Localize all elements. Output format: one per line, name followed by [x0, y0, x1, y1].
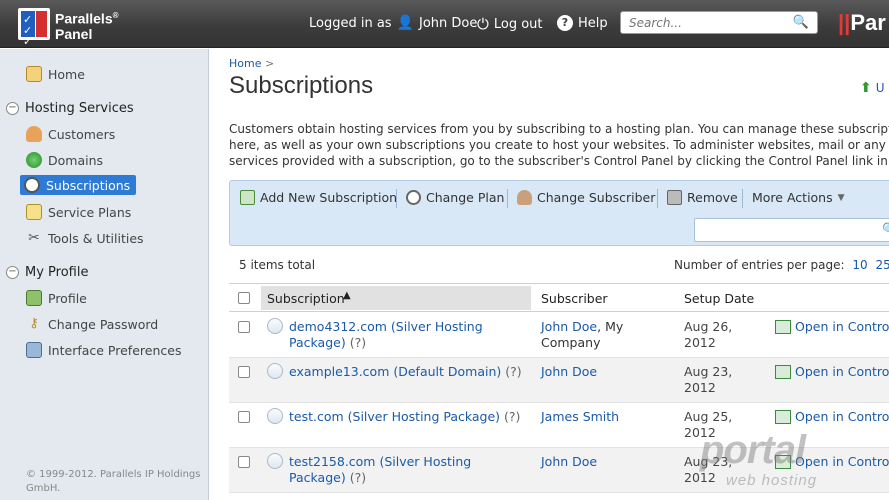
add-subscription-button[interactable]: Add New Subscription: [240, 190, 397, 205]
help-hint-icon[interactable]: (?): [350, 335, 366, 350]
per-page-10-link[interactable]: 10: [852, 258, 867, 272]
sidebar-section-hosting[interactable]: − Hosting Services: [6, 101, 134, 116]
subscriber-link[interactable]: John Doe: [541, 319, 597, 334]
column-header-subscriber[interactable]: Subscriber: [541, 291, 608, 306]
trash-icon: [667, 190, 682, 205]
global-search: 🔍: [620, 11, 818, 34]
global-search-input[interactable]: [621, 12, 791, 33]
row-checkbox[interactable]: [238, 321, 250, 333]
more-actions-dropdown[interactable]: More Actions ▼: [752, 190, 845, 205]
subscription-link[interactable]: example13.com (Default Domain): [289, 364, 501, 379]
subscriber-link[interactable]: John Doe: [541, 364, 597, 379]
select-all-checkbox[interactable]: [238, 292, 250, 304]
subscription-link[interactable]: test.com (Silver Hosting Package): [289, 409, 500, 424]
help-hint-icon[interactable]: (?): [350, 470, 366, 485]
open-control-panel-icon: [775, 365, 791, 379]
open-control-panel-link[interactable]: Open in Control: [795, 454, 889, 470]
breadcrumb: Home >: [229, 57, 275, 70]
up-arrow-icon: ⬆: [860, 80, 872, 96]
row-checkbox[interactable]: [238, 456, 250, 468]
collapse-icon: −: [6, 266, 19, 279]
sidebar-item-interface-preferences[interactable]: Interface Preferences: [26, 342, 181, 358]
up-level-link[interactable]: ⬆ U: [860, 80, 885, 96]
list-toolbar: Add New Subscription Change Plan Change …: [229, 180, 889, 246]
subscriber-link[interactable]: John Doe: [541, 454, 597, 469]
open-control-panel-link[interactable]: Open in Control: [795, 364, 889, 380]
home-icon: [26, 66, 42, 82]
help-icon: ?: [557, 15, 573, 31]
sidebar-item-tools[interactable]: ✂ Tools & Utilities: [26, 230, 143, 246]
column-header-setup-date[interactable]: Setup Date: [684, 291, 754, 306]
items-total: 5 items total: [239, 258, 316, 272]
subscription-status-icon: [267, 318, 283, 334]
search-icon[interactable]: 🔍: [793, 15, 809, 30]
subscriber-icon: [517, 190, 532, 205]
preferences-icon: [26, 342, 42, 358]
sidebar-item-subscriptions[interactable]: Subscriptions: [20, 175, 137, 195]
globe-icon: [26, 152, 42, 168]
entries-per-page: Number of entries per page: 10 25 1: [674, 258, 889, 272]
search-icon[interactable]: 🔍: [882, 222, 889, 236]
parallels-logo-icon[interactable]: ✓ ✓ ✓: [18, 8, 50, 47]
tools-icon: ✂: [28, 230, 40, 246]
subscription-icon: [24, 177, 40, 193]
profile-icon: [26, 290, 42, 306]
open-control-panel-icon: [775, 410, 791, 424]
add-subscription-icon: [240, 190, 255, 205]
sidebar-item-service-plans[interactable]: Service Plans: [26, 204, 131, 220]
remove-button[interactable]: Remove: [667, 190, 738, 205]
per-page-25-link[interactable]: 25: [876, 258, 889, 272]
sidebar: Home − Hosting Services Customers Domain…: [0, 49, 209, 500]
user-name-link[interactable]: John Doe: [419, 16, 477, 31]
change-plan-icon: [406, 190, 421, 205]
open-control-panel-link[interactable]: Open in Control: [795, 319, 889, 335]
page-title: Subscriptions: [229, 72, 374, 99]
sidebar-section-profile[interactable]: − My Profile: [6, 265, 88, 280]
chevron-down-icon: ▼: [837, 192, 845, 203]
help-button[interactable]: ? Help: [557, 15, 608, 31]
column-header-subscription[interactable]: Subscription ▲: [261, 286, 531, 310]
top-bar: ✓ ✓ ✓ Parallels® Panel Logged in as 👤 John…: [0, 0, 889, 48]
user-icon: 👤: [396, 15, 415, 31]
list-search-field[interactable]: 🔍: [694, 218, 889, 242]
row-checkbox[interactable]: [238, 411, 250, 423]
sort-asc-icon: ▲: [343, 290, 351, 301]
logout-button[interactable]: ⏻ Log out: [477, 15, 543, 33]
page-description: Customers obtain hosting services from y…: [229, 122, 889, 168]
collapse-icon: −: [6, 102, 19, 115]
logged-in-label: Logged in as: [309, 15, 392, 31]
brand-name[interactable]: Parallels® Panel: [55, 8, 119, 42]
portal-watermark: portal web hosting: [700, 428, 818, 489]
open-control-panel-link[interactable]: Open in Control: [795, 409, 889, 425]
help-hint-icon[interactable]: (?): [504, 409, 520, 424]
subscription-link[interactable]: test2158.com (Silver Hosting: [289, 454, 471, 469]
sidebar-item-change-password[interactable]: ⚷ Change Password: [26, 316, 158, 332]
change-subscriber-button[interactable]: Change Subscriber: [517, 190, 655, 205]
help-hint-icon[interactable]: (?): [505, 364, 521, 379]
sidebar-item-customers[interactable]: Customers: [26, 126, 115, 142]
open-control-panel-icon: [775, 320, 791, 334]
breadcrumb-home-link[interactable]: Home: [229, 57, 261, 70]
change-plan-button[interactable]: Change Plan: [406, 190, 504, 205]
subscription-status-icon: [267, 408, 283, 424]
customer-icon: [26, 126, 42, 142]
sidebar-item-home[interactable]: Home: [26, 66, 85, 82]
table-header: Subscription ▲ Subscriber Setup Date: [229, 283, 889, 312]
sidebar-item-domains[interactable]: Domains: [26, 152, 103, 168]
subscriber-link[interactable]: James Smith: [541, 409, 619, 424]
key-icon: ⚷: [29, 316, 39, 331]
row-checkbox[interactable]: [238, 366, 250, 378]
parallels-brand-right: ||Par: [838, 10, 886, 35]
power-icon: ⏻: [477, 15, 489, 33]
subscription-status-icon: [267, 453, 283, 469]
logged-in-info: Logged in as 👤 John Doe: [309, 15, 477, 31]
copyright-note: © 1999-2012. Parallels IP Holdings GmbH.: [26, 469, 201, 494]
subscription-link[interactable]: demo4312.com (Silver Hosting: [289, 319, 483, 334]
sidebar-item-profile[interactable]: Profile: [26, 290, 87, 306]
service-plan-icon: [26, 204, 42, 220]
table-row: example13.com (Default Domain) (?) John …: [229, 358, 889, 403]
subscription-status-icon: [267, 363, 283, 379]
table-row: demo4312.com (Silver Hosting Package) (?…: [229, 313, 889, 358]
